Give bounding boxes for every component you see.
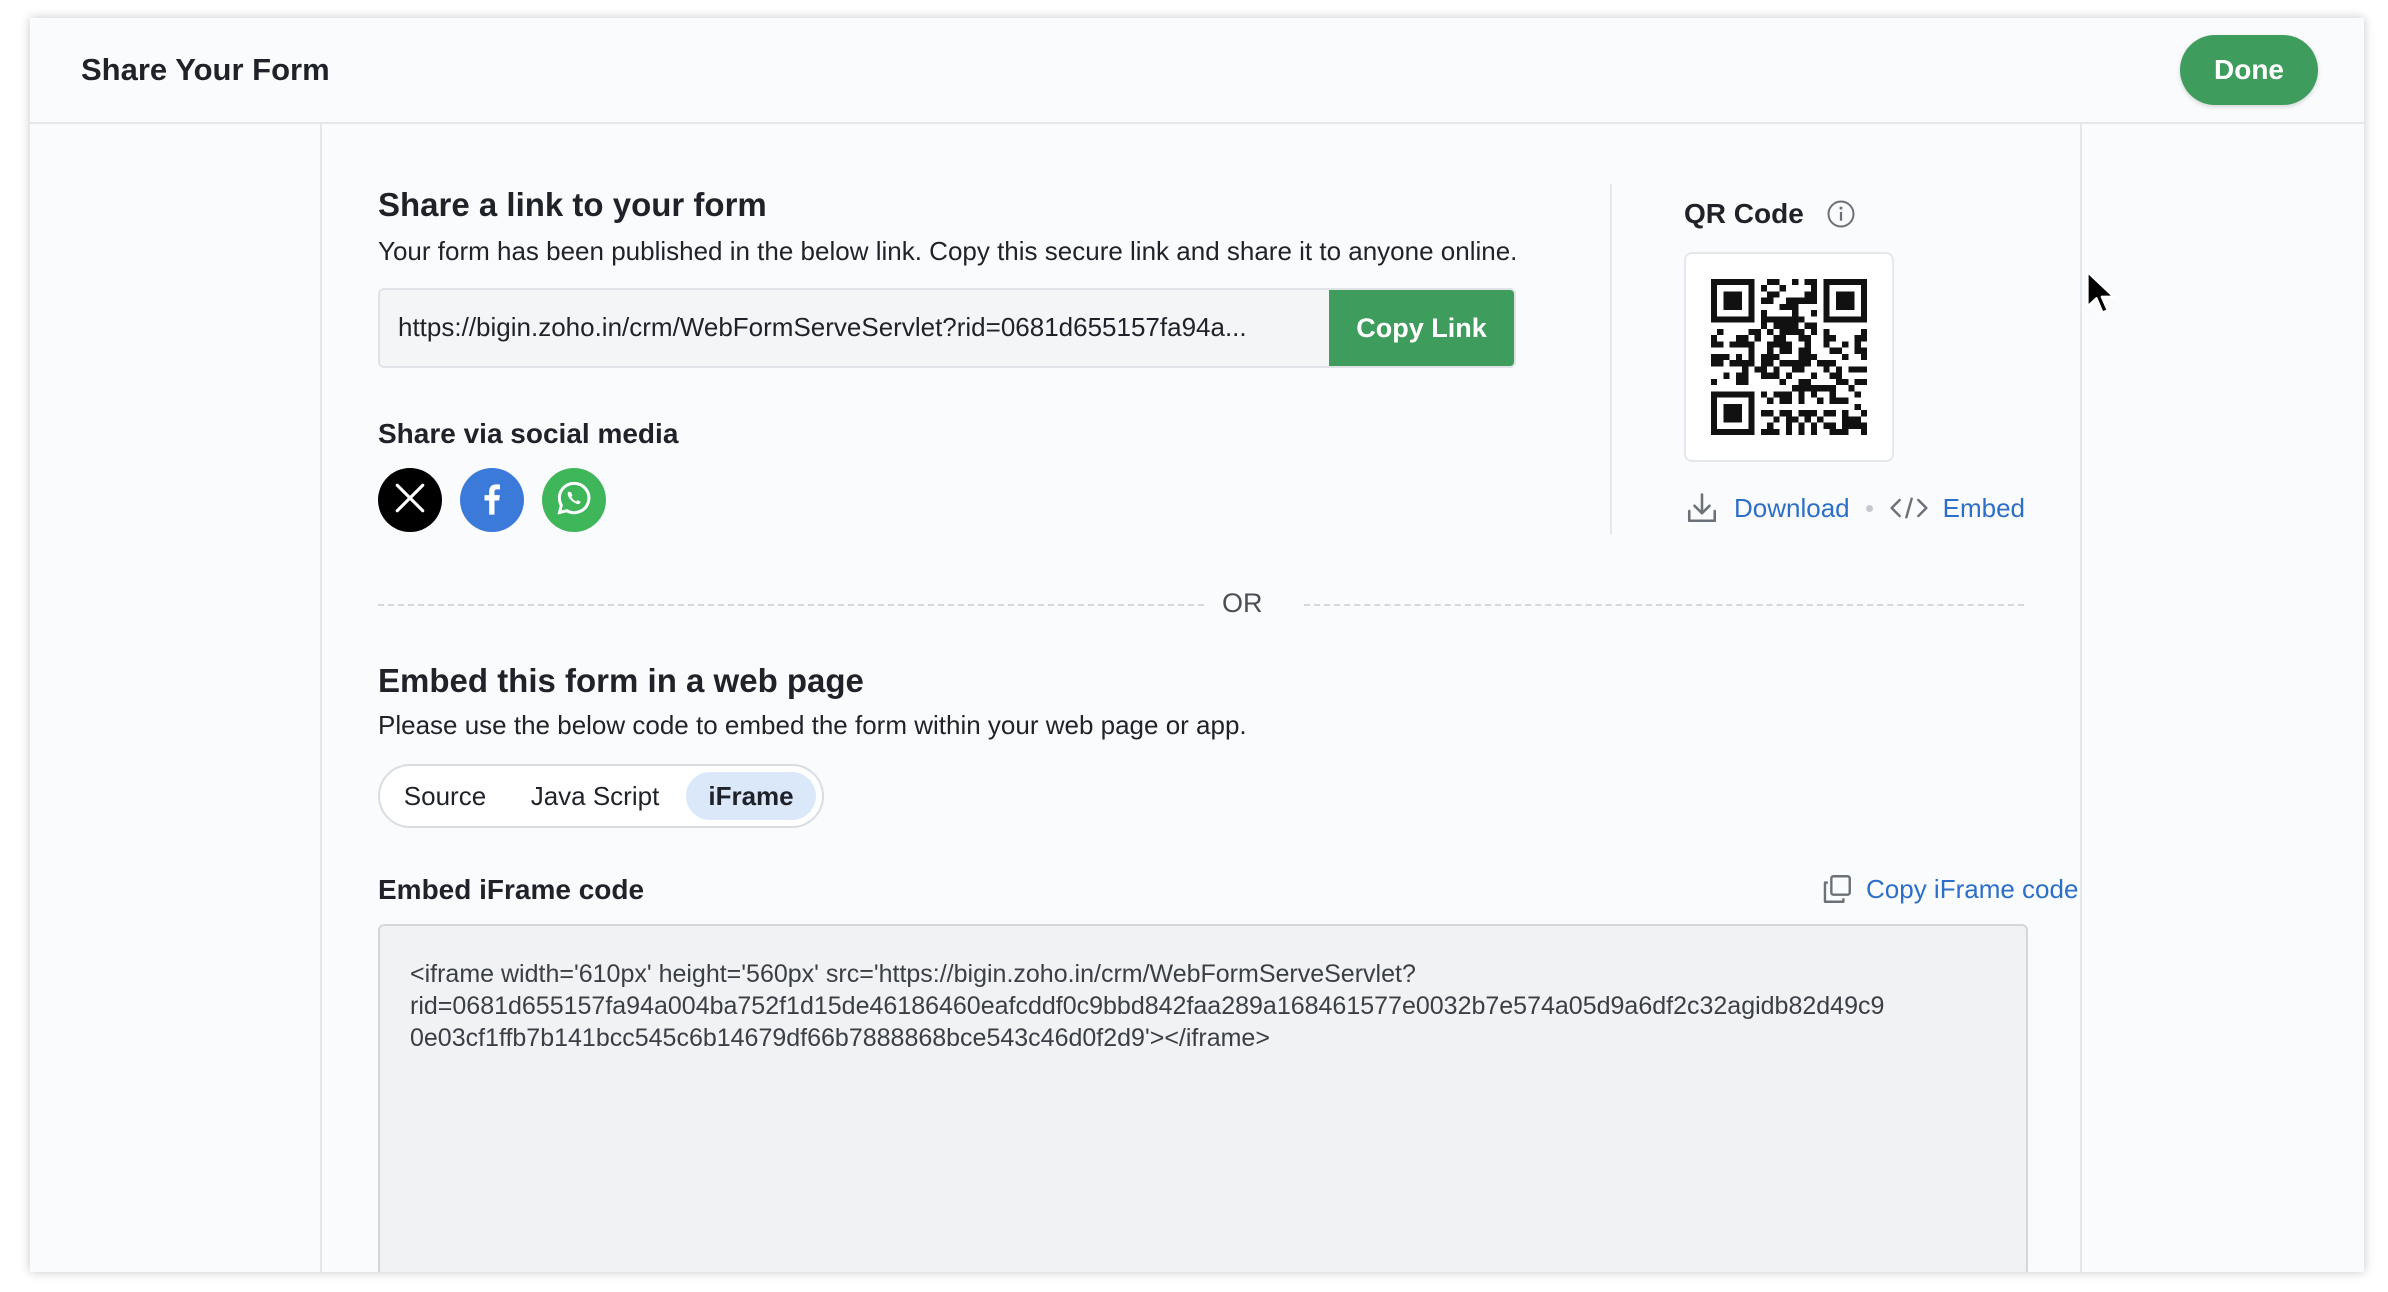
code-icon[interactable] (1889, 493, 1929, 523)
download-link[interactable]: Download (1734, 493, 1850, 524)
info-icon[interactable] (1826, 199, 1856, 229)
facebook-share-button[interactable] (460, 468, 524, 532)
done-button[interactable]: Done (2180, 35, 2318, 105)
share-link-field[interactable]: https://bigin.zoho.in/crm/WebFormServeSe… (378, 288, 1516, 368)
divider-line-right (1304, 604, 2024, 606)
copy-iframe-link[interactable]: Copy iFrame code (1866, 874, 2078, 905)
qr-heading: QR Code (1684, 198, 1804, 229)
divider-line-left (378, 604, 1204, 606)
embed-type-tabs: Source Java Script iFrame (378, 764, 824, 828)
embed-description: Please use the below code to embed the f… (378, 710, 1247, 740)
qr-code-image (1684, 252, 1894, 462)
qr-heading-row: QR Code (1684, 198, 1856, 230)
qr-actions: Download Embed (1684, 490, 2025, 526)
whatsapp-share-button[interactable] (542, 468, 606, 532)
share-link-heading: Share a link to your form (378, 186, 767, 223)
embed-code-textarea[interactable]: <iframe width='610px' height='560px' src… (378, 924, 2028, 1272)
whatsapp-icon (554, 478, 594, 523)
mouse-cursor (2086, 270, 2116, 321)
share-link-description: Your form has been published in the belo… (378, 236, 1518, 266)
share-form-dialog: Share Your Form Done Share a link to you… (30, 18, 2364, 1272)
code-line: 0e03cf1ffb7b141bcc545c6b14679df66b788886… (410, 1024, 1270, 1052)
tab-javascript[interactable]: Java Script (520, 772, 670, 820)
dialog-content: Share a link to your form Your form has … (320, 124, 2082, 1272)
copy-icon[interactable] (1820, 872, 1854, 906)
x-share-button[interactable] (378, 468, 442, 532)
code-line: rid=0681d655157fa94a004ba752f1d15de46186… (410, 992, 1885, 1020)
copy-iframe-action[interactable]: Copy iFrame code (1820, 872, 2078, 906)
vertical-divider (1610, 184, 1612, 534)
qr-code-pattern (1711, 279, 1867, 435)
or-label: OR (1222, 588, 1263, 618)
dialog-header: Share Your Form Done (30, 18, 2364, 124)
embed-link[interactable]: Embed (1943, 493, 2025, 524)
x-icon (393, 481, 427, 520)
download-icon[interactable] (1684, 490, 1720, 526)
code-line: <iframe width='610px' height='560px' src… (410, 960, 1416, 988)
embed-heading: Embed this form in a web page (378, 662, 864, 699)
share-link-url[interactable]: https://bigin.zoho.in/crm/WebFormServeSe… (398, 312, 1247, 343)
dialog-title: Share Your Form (81, 52, 330, 87)
separator-dot (1865, 504, 1873, 512)
copy-link-button[interactable]: Copy Link (1329, 290, 1514, 366)
social-heading: Share via social media (378, 418, 679, 449)
tab-source[interactable]: Source (390, 772, 500, 820)
tab-iframe[interactable]: iFrame (686, 772, 816, 820)
embed-code-content[interactable]: <iframe width='610px' height='560px' src… (410, 958, 2010, 1054)
embed-code-heading: Embed iFrame code (378, 874, 645, 905)
facebook-icon (472, 478, 512, 523)
